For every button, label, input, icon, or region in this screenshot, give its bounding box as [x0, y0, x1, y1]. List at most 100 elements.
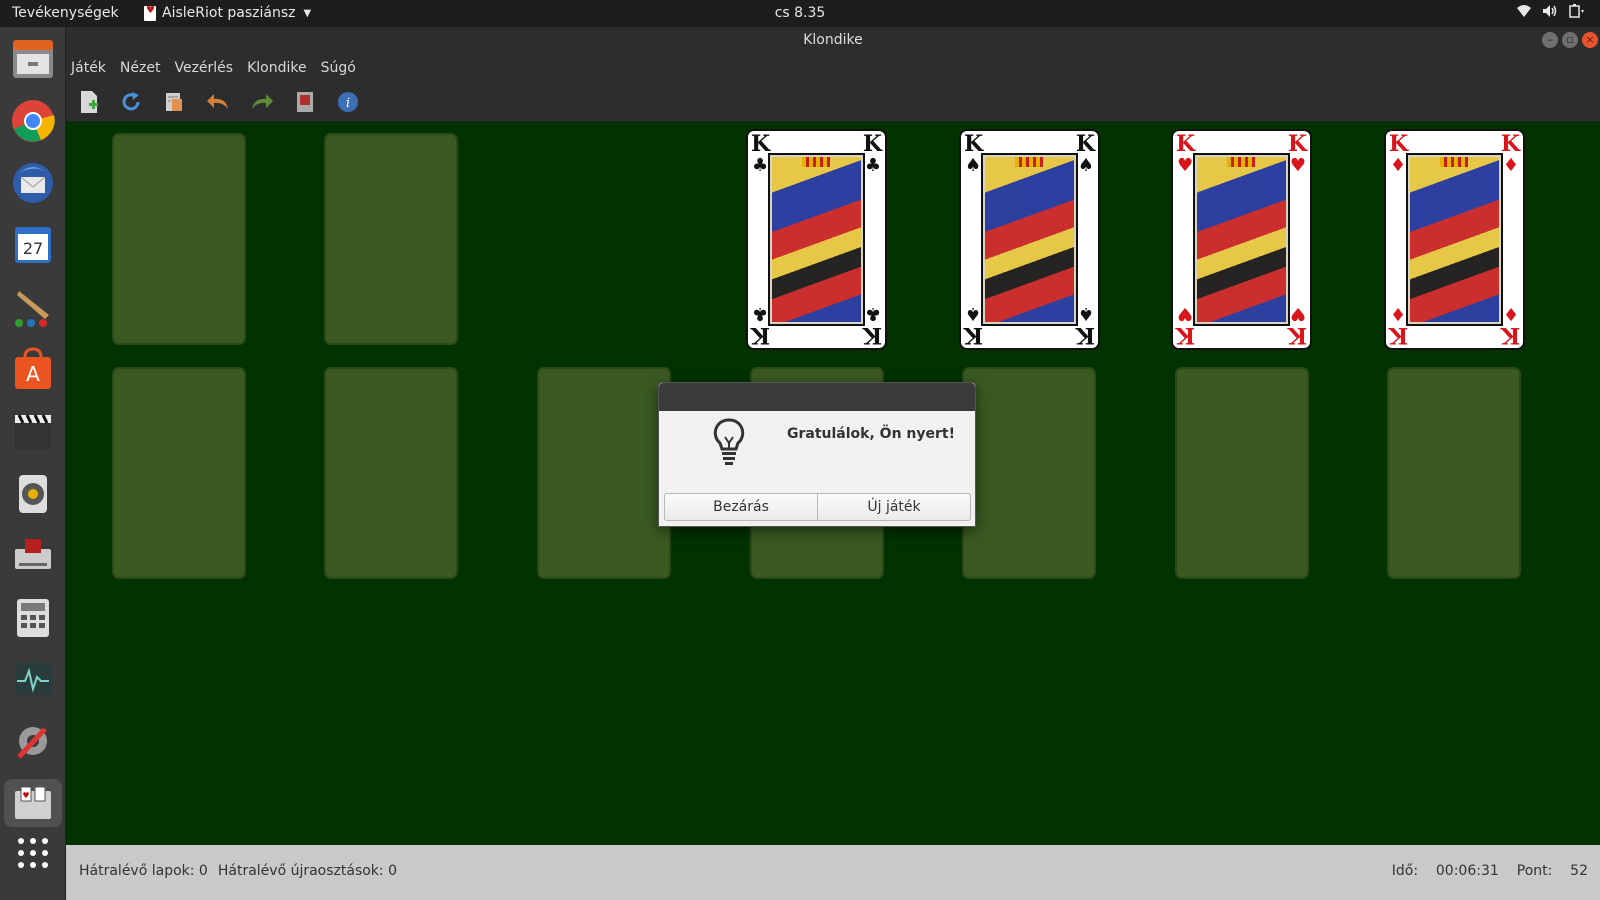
- card-rank: K: [862, 322, 882, 348]
- card-rank: K: [751, 322, 771, 348]
- card-rank: K: [1500, 322, 1520, 348]
- card-suit: ♠: [1077, 303, 1094, 324]
- card-rank: K: [1287, 322, 1307, 348]
- score-status: Pont: 52: [1517, 863, 1588, 879]
- card-rank: K: [862, 131, 882, 157]
- card-suit: ♦: [1390, 303, 1407, 324]
- tableau-slot[interactable]: [962, 367, 1096, 579]
- menu-vezerles[interactable]: Vezérlés: [174, 60, 233, 76]
- menu-jatek[interactable]: Játék: [71, 60, 106, 76]
- system-monitor-icon[interactable]: [9, 655, 57, 703]
- svg-text:i: i: [346, 96, 350, 111]
- stock-slot[interactable]: [112, 133, 246, 345]
- menu-sugo[interactable]: Súgó: [321, 60, 356, 76]
- power-icon[interactable]: [1568, 4, 1586, 18]
- card-rank: K: [1075, 322, 1095, 348]
- files-icon[interactable]: [9, 35, 57, 83]
- foundation-card[interactable]: K K ♥ ♥ K K ♥ ♥: [1171, 129, 1312, 350]
- card-rank: K: [1287, 131, 1307, 157]
- win-dialog: Gratulálok, Ön nyert! Bezárás Új játék: [658, 382, 976, 527]
- aisleriot-icon[interactable]: ♥: [4, 779, 62, 827]
- waste-slot[interactable]: [324, 133, 458, 345]
- new-game-icon[interactable]: [76, 89, 102, 115]
- hint-icon[interactable]: [292, 89, 318, 115]
- time-label: Idő:: [1391, 863, 1419, 879]
- tableau-slot[interactable]: [1175, 367, 1309, 579]
- volume-icon[interactable]: [1542, 4, 1558, 18]
- tableau-slot[interactable]: [112, 367, 246, 579]
- app-grid-icon[interactable]: [9, 829, 57, 877]
- card-suit: ♣: [864, 155, 881, 176]
- card-rank: K: [1176, 131, 1196, 157]
- card-rank: K: [1500, 131, 1520, 157]
- top-panel: Tevékenységek AisleRiot pasziánsz ▼ cs 8…: [0, 0, 1600, 27]
- card-suit: ♥: [1177, 303, 1194, 324]
- menubar: Játék Nézet Vezérlés Klondike Súgó: [66, 54, 1600, 81]
- window-title: Klondike: [803, 32, 863, 48]
- card-rank: K: [1389, 131, 1409, 157]
- menu-klondike[interactable]: Klondike: [247, 60, 307, 76]
- foundation-card[interactable]: K K ♣ ♣ K K ♣ ♣: [746, 129, 887, 350]
- card-rank: K: [1176, 322, 1196, 348]
- card-suit: ♦: [1502, 303, 1519, 324]
- close-dialog-button[interactable]: Bezárás: [665, 494, 818, 520]
- cards-left-status: Hátralévő lapok: 0: [79, 863, 208, 879]
- select-game-icon[interactable]: [161, 89, 187, 115]
- svg-text:♥: ♥: [22, 791, 29, 800]
- tableau-slot[interactable]: [324, 367, 458, 579]
- scanner-icon[interactable]: [9, 531, 57, 579]
- system-tray[interactable]: [1516, 4, 1586, 18]
- redeals-left-status: Hátralévő újraosztások: 0: [217, 863, 397, 879]
- calculator-icon[interactable]: [9, 593, 57, 641]
- foundation-card[interactable]: K K ♦ ♦ K K ♦ ♦: [1384, 129, 1525, 350]
- new-game-button[interactable]: Új játék: [818, 494, 970, 520]
- win-message: Gratulálok, Ön nyert!: [787, 426, 955, 442]
- card-suit: ♣: [752, 155, 769, 176]
- card-rank: K: [1389, 322, 1409, 348]
- time-status: Idő: 00:06:31: [1392, 863, 1499, 879]
- video-editor-icon[interactable]: [9, 407, 57, 455]
- lightbulb-icon: [709, 417, 749, 467]
- statusbar: Hátralévő lapok: 0 Hátralévő újraosztáso…: [66, 845, 1600, 900]
- redo-icon[interactable]: [249, 89, 275, 115]
- card-suit: ♥: [1289, 303, 1306, 324]
- tableau-slot[interactable]: [1387, 367, 1521, 579]
- paint-icon[interactable]: [9, 283, 57, 331]
- card-suit: ♠: [965, 155, 982, 176]
- card-rank: K: [964, 131, 984, 157]
- dock: 27 A ♥: [0, 27, 66, 900]
- klondike-window: Klondike – ▫ × Játék Nézet Vezérlés Klon…: [66, 27, 1600, 900]
- card-suit: ♣: [864, 303, 881, 324]
- score-value: 52: [1570, 863, 1588, 879]
- card-suit: ♦: [1502, 155, 1519, 176]
- clock[interactable]: cs 8.35: [0, 5, 1600, 21]
- foundation-card[interactable]: K K ♠ ♠ K K ♠ ♠: [959, 129, 1100, 350]
- card-rank: K: [1075, 131, 1095, 157]
- maximize-button[interactable]: ▫: [1562, 32, 1578, 48]
- tableau-slot[interactable]: [537, 367, 671, 579]
- calendar-icon[interactable]: 27: [9, 221, 57, 269]
- menu-nezet[interactable]: Nézet: [120, 60, 161, 76]
- card-rank: K: [751, 131, 771, 157]
- card-rank: K: [964, 322, 984, 348]
- settings-icon[interactable]: [9, 717, 57, 765]
- dialog-titlebar[interactable]: [659, 383, 975, 411]
- card-suit: ♥: [1177, 155, 1194, 176]
- chrome-icon[interactable]: [9, 97, 57, 145]
- calendar-day: 27: [23, 239, 43, 258]
- close-button[interactable]: ×: [1582, 32, 1598, 48]
- software-center-icon[interactable]: A: [9, 345, 57, 393]
- card-suit: ♥: [1289, 155, 1306, 176]
- card-suit: ♠: [1077, 155, 1094, 176]
- minimize-button[interactable]: –: [1542, 32, 1558, 48]
- info-icon[interactable]: i: [335, 89, 361, 115]
- thunderbird-icon[interactable]: [9, 159, 57, 207]
- window-titlebar[interactable]: Klondike – ▫ ×: [66, 27, 1600, 54]
- undo-icon[interactable]: [205, 89, 231, 115]
- card-suit: ♣: [752, 303, 769, 324]
- restart-icon[interactable]: [118, 89, 144, 115]
- wifi-icon[interactable]: [1516, 4, 1532, 18]
- time-value: 00:06:31: [1435, 863, 1499, 879]
- music-player-icon[interactable]: [9, 469, 57, 517]
- card-suit: ♦: [1390, 155, 1407, 176]
